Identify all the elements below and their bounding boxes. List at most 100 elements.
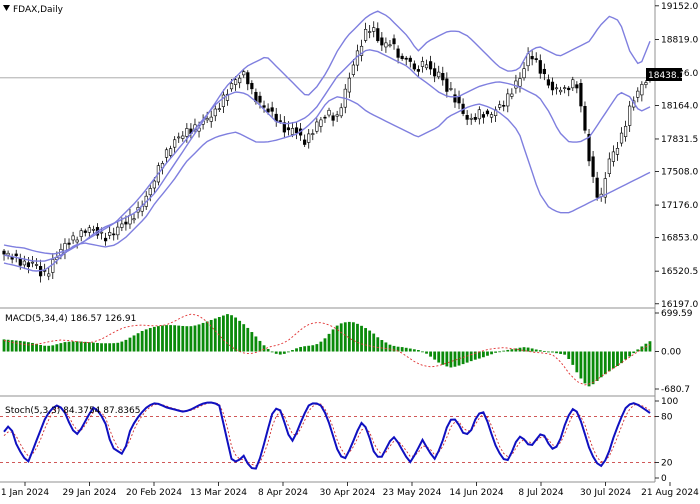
macd-histogram-bar — [299, 346, 302, 352]
candle-body — [615, 148, 620, 155]
candle-body — [108, 232, 112, 236]
candle-body — [258, 95, 262, 103]
macd-histogram-bar — [376, 337, 380, 352]
candle-body — [453, 94, 457, 103]
candle-body — [368, 31, 372, 33]
macd-histogram-bar — [71, 341, 75, 352]
candle-body — [481, 114, 486, 118]
macd-histogram-bar — [352, 322, 355, 352]
macd-histogram-bar — [538, 350, 542, 352]
macd-histogram-bar — [388, 344, 392, 352]
candle-body — [34, 264, 39, 266]
macd-histogram-bar — [165, 325, 168, 352]
macd-histogram-bar — [35, 343, 38, 352]
candle-body — [185, 128, 189, 137]
macd-histogram-bar — [425, 351, 428, 354]
macd-histogram-bar — [291, 350, 294, 352]
macd-histogram-bar — [51, 345, 55, 352]
macd-histogram-bar — [47, 345, 51, 352]
macd-histogram-bar — [547, 351, 550, 353]
macd-histogram-bar — [262, 345, 266, 352]
macd-histogram-bar — [433, 351, 437, 360]
candle-body — [286, 127, 291, 131]
candle-body — [465, 115, 469, 120]
macd-histogram-bar — [502, 350, 506, 352]
macd-histogram-bar — [222, 315, 225, 352]
macd-histogram-bar — [104, 343, 107, 352]
macd-histogram-bar — [343, 322, 347, 352]
stoch-axis-label: 80 — [661, 412, 673, 422]
current-price-value: 18438.1 — [648, 71, 685, 81]
date-axis-label: 13 Mar 2024 — [190, 488, 247, 498]
date-axis-label: 1 Jan 2024 — [1, 488, 49, 498]
macd-histogram-bar — [591, 351, 595, 385]
macd-axis-label: 699.59 — [661, 309, 693, 319]
candle-body — [554, 87, 559, 90]
macd-histogram-bar — [616, 351, 619, 367]
candle-body — [404, 57, 408, 60]
candle-body — [209, 116, 213, 122]
candle-body — [250, 82, 254, 90]
candle-body — [181, 135, 185, 139]
date-axis-label: 30 Jul 2024 — [580, 488, 631, 498]
chart-canvas[interactable]: 16197.016520.516853.017176.017508.017831… — [0, 0, 700, 500]
macd-histogram-bar — [209, 319, 213, 352]
macd-histogram-bar — [315, 344, 319, 352]
candle-body — [424, 64, 429, 69]
candle-body — [611, 151, 616, 162]
price-pane-header: FDAX,Daily — [3, 5, 64, 15]
candle-body — [30, 261, 35, 264]
candle-body — [205, 118, 209, 121]
candle-body — [315, 121, 319, 132]
macd-histogram-bar — [555, 351, 558, 354]
macd-histogram-bar — [445, 351, 449, 367]
macd-histogram-bar — [43, 345, 47, 352]
macd-histogram-bar — [412, 349, 416, 352]
macd-histogram-bar — [473, 351, 477, 360]
macd-histogram-bar — [620, 351, 623, 364]
macd-histogram-bar — [644, 343, 648, 352]
candle-body — [563, 87, 567, 90]
candle-body — [445, 78, 449, 92]
macd-histogram-bar — [157, 326, 160, 352]
macd-histogram-bar — [18, 340, 22, 352]
stoch-axis-label: 0 — [661, 474, 667, 484]
candle-body — [229, 83, 234, 90]
macd-histogram-bar — [181, 325, 185, 352]
candle-body — [498, 104, 502, 108]
candle-body — [420, 61, 425, 67]
candle-body — [112, 233, 116, 236]
candle-body — [331, 115, 335, 121]
macd-histogram-bar — [140, 330, 144, 352]
macd-histogram-bar — [469, 351, 473, 362]
candle-body — [246, 72, 250, 85]
macd-histogram-bar — [258, 340, 262, 352]
macd-histogram-bar — [14, 340, 18, 352]
macd-histogram-bar — [595, 351, 599, 381]
date-axis-label: 8 Apr 2024 — [258, 488, 308, 498]
candle-body — [270, 107, 274, 112]
macd-histogram-bar — [116, 342, 120, 352]
candle-body — [441, 73, 445, 81]
macd-histogram-bar — [408, 348, 412, 352]
macd-histogram-bar — [579, 351, 583, 379]
candle-body — [579, 83, 583, 107]
candle-body — [351, 64, 356, 75]
candle-body — [489, 114, 494, 118]
candle-body — [571, 79, 575, 89]
price-axis-label: 18819.0 — [661, 35, 698, 45]
candle-body — [607, 158, 611, 174]
candle-body — [168, 148, 173, 156]
macd-histogram-bar — [603, 351, 607, 375]
candle-body — [558, 89, 563, 93]
candle-body — [26, 262, 31, 267]
macd-histogram-bar — [185, 326, 189, 352]
candle-body — [238, 77, 242, 84]
macd-histogram-bar — [189, 326, 193, 352]
price-axis-label: 16853.0 — [661, 234, 698, 244]
macd-histogram-bar — [417, 350, 420, 352]
candle-body — [152, 180, 156, 189]
candle-body — [437, 71, 441, 78]
candle-body — [575, 84, 579, 89]
candle-body — [335, 114, 339, 117]
